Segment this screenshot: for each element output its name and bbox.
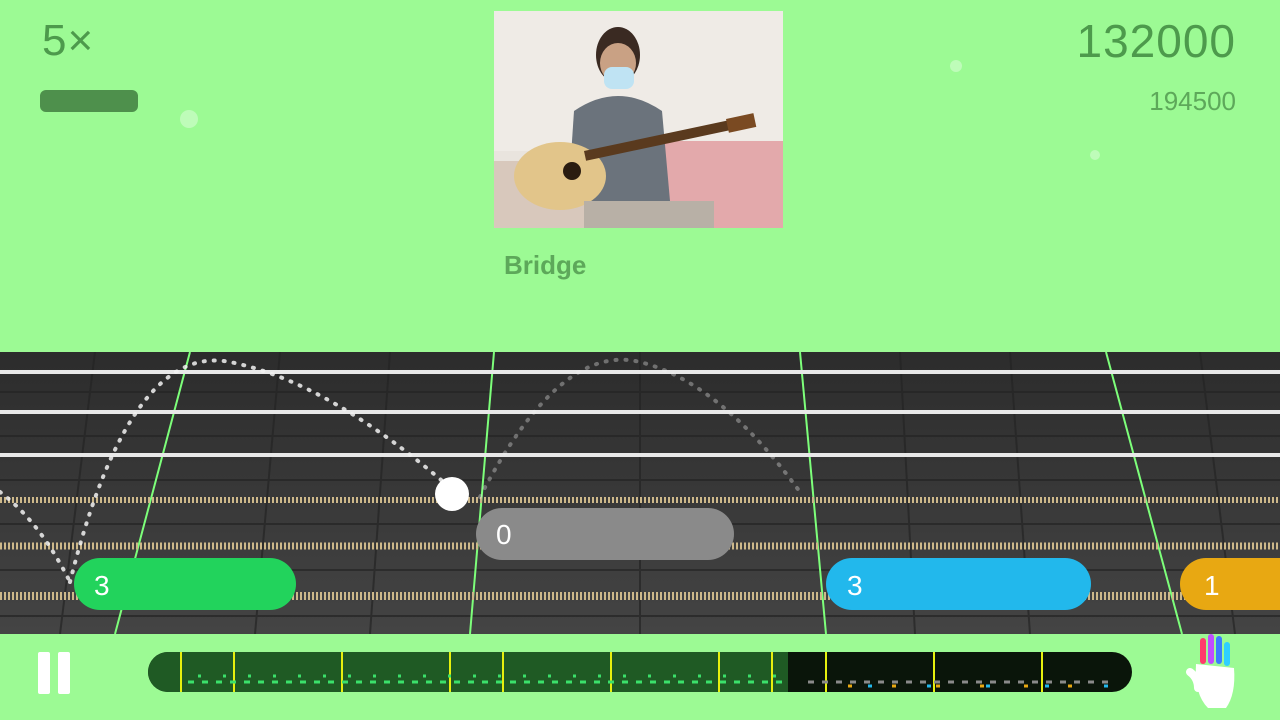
bouncing-ball: [435, 477, 469, 511]
multiplier-meter: [40, 90, 138, 112]
note-green: 3: [74, 558, 296, 610]
current-score: 132000: [1076, 15, 1236, 67]
timeline-progress: [148, 652, 788, 692]
note-yellow: 1: [1180, 558, 1280, 610]
pause-icon: [38, 652, 50, 694]
sparkle: [180, 110, 198, 128]
fretboard: 3 0 3 1: [0, 352, 1280, 634]
best-score: 194500: [1149, 86, 1236, 116]
sparkle: [1090, 150, 1100, 160]
song-timeline[interactable]: [148, 652, 1132, 692]
note-fret-label: 0: [496, 519, 512, 550]
note-blue: 3: [826, 558, 1091, 610]
hand-icon[interactable]: [1186, 634, 1242, 714]
bottom-bar: [0, 634, 1280, 720]
note-fret-label: 3: [94, 570, 110, 601]
hud-area: 5× 132000 194500 Bridge: [0, 0, 1280, 352]
video-feed: [494, 11, 783, 228]
note-fret-label: 1: [1204, 570, 1220, 601]
score-multiplier: 5×: [42, 16, 95, 65]
song-section-label: Bridge: [504, 250, 587, 280]
sparkle: [950, 60, 962, 72]
note-fret-label: 3: [847, 570, 863, 601]
pause-button[interactable]: [36, 652, 72, 694]
pause-icon-bar: [58, 652, 70, 694]
note-gray: 0: [476, 508, 734, 560]
